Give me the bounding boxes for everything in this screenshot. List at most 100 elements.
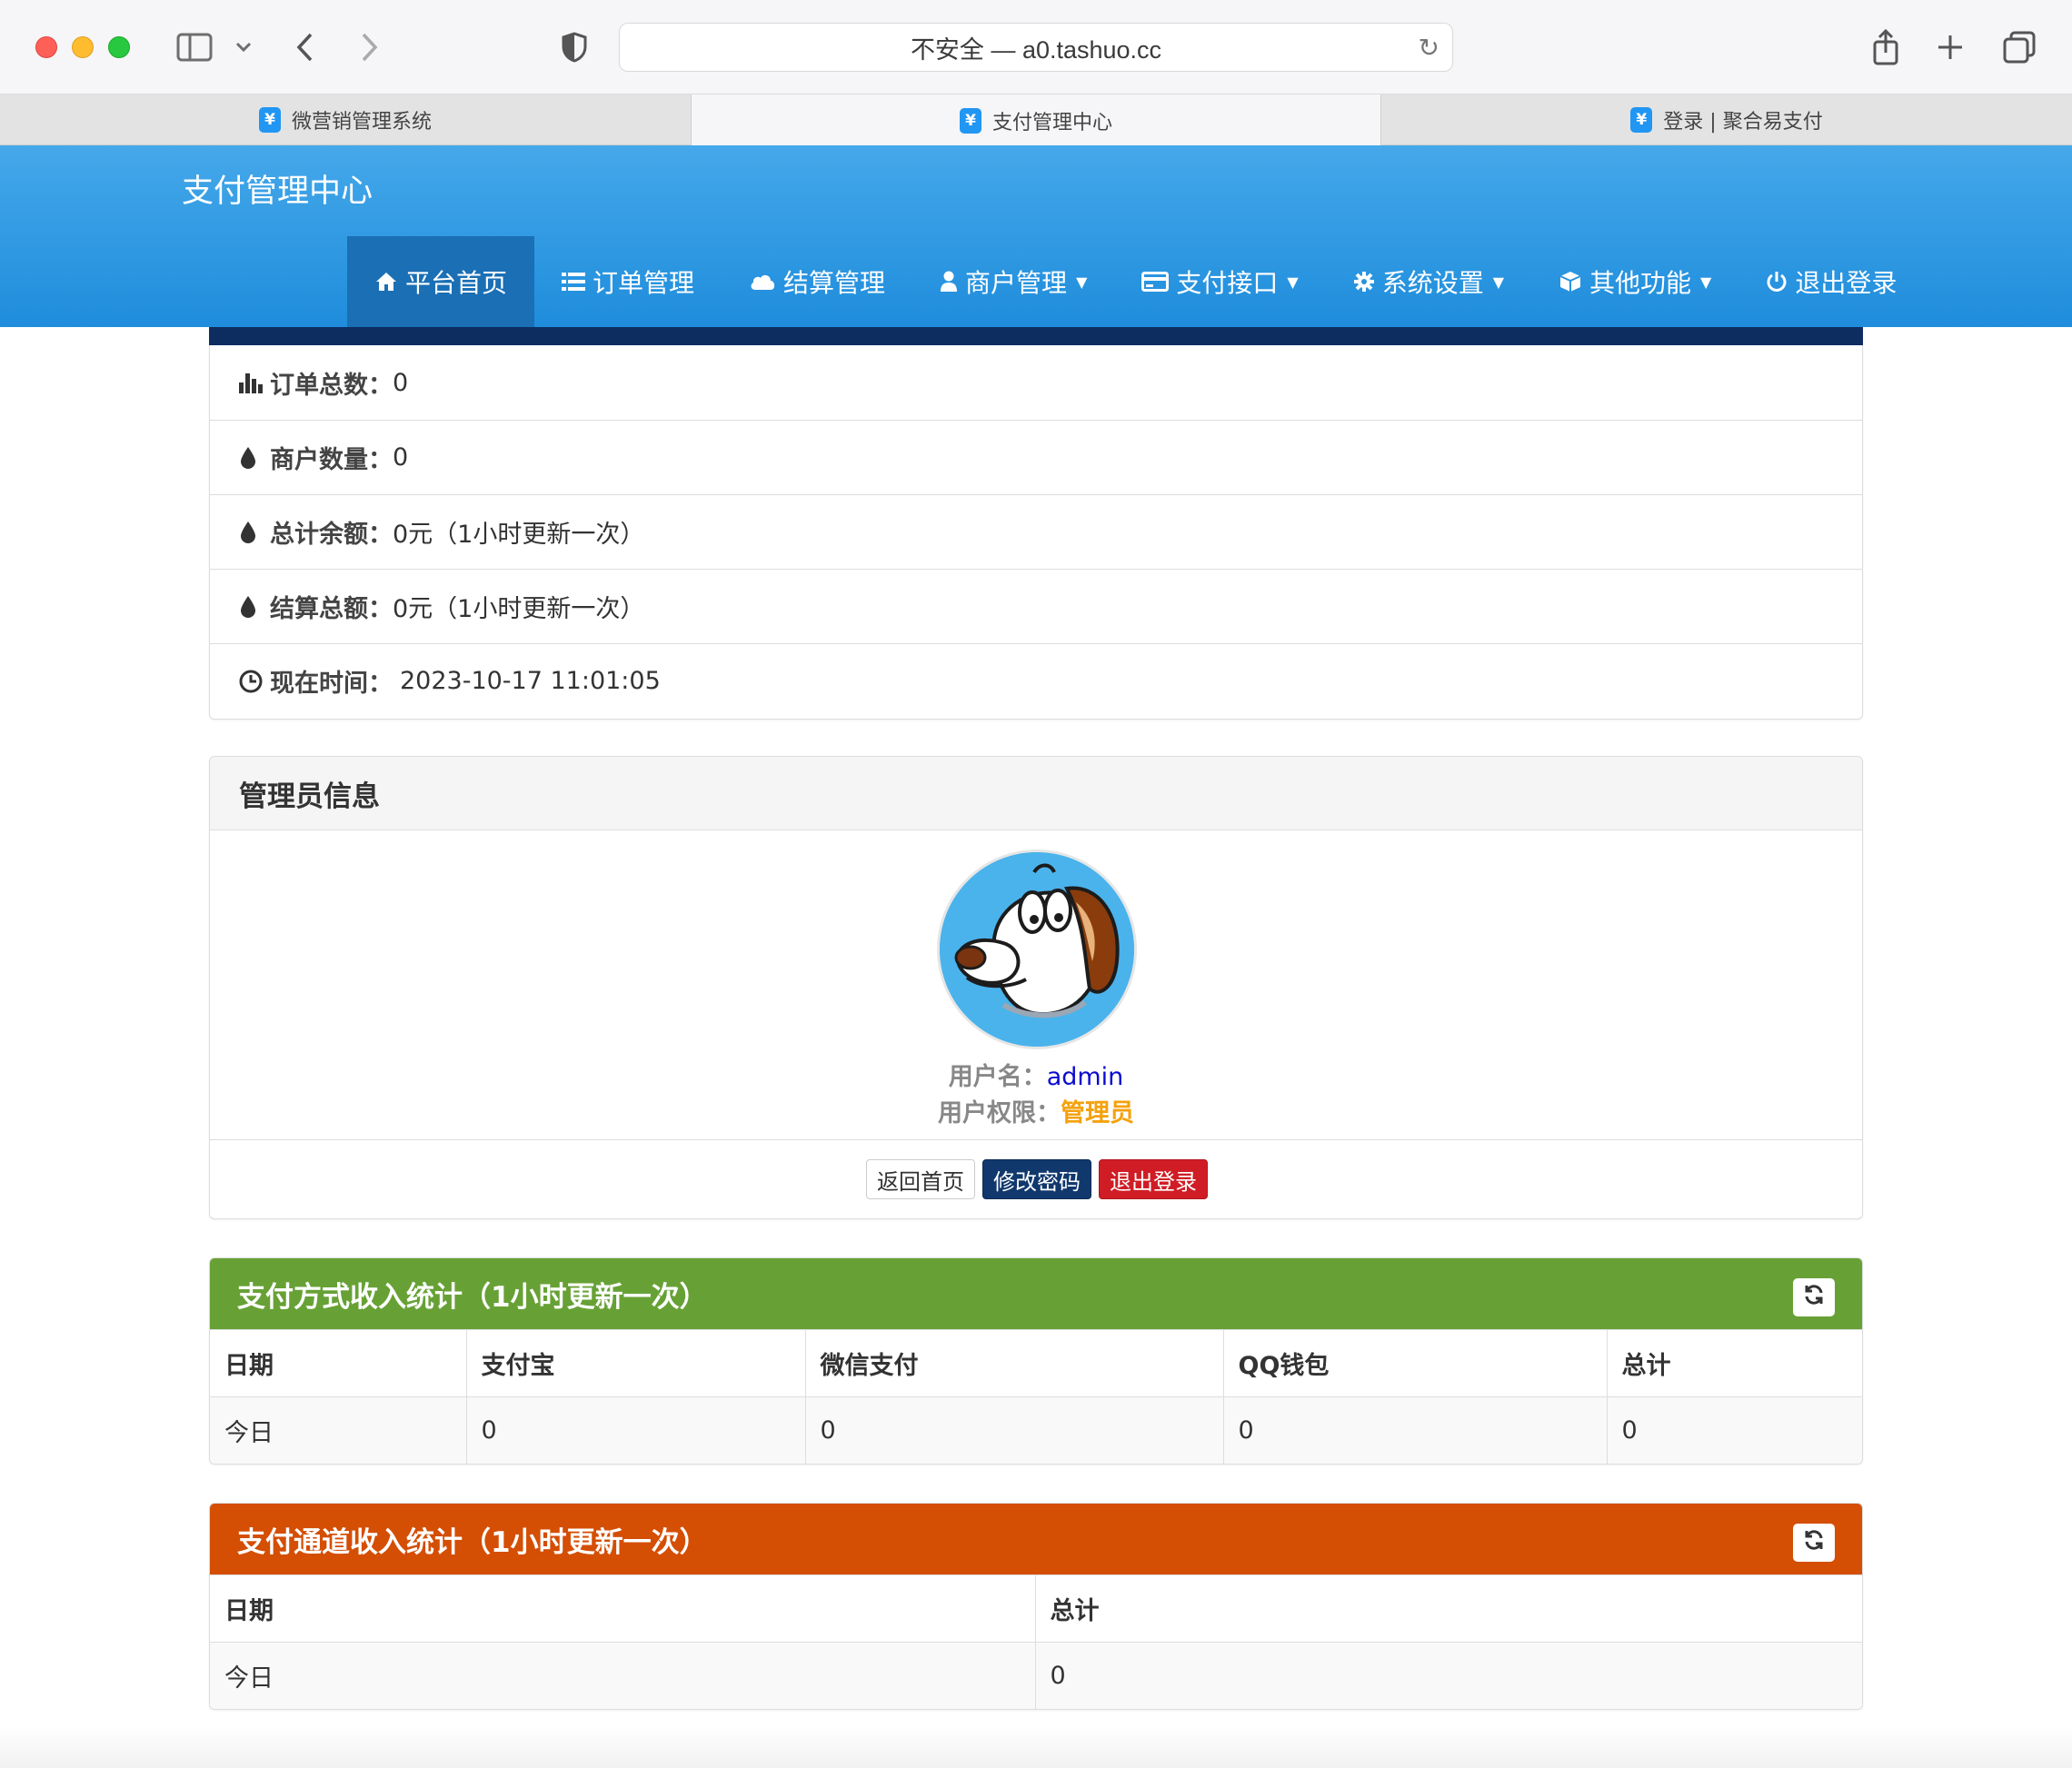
nav-system-settings[interactable]: 系统设置 ▼ <box>1326 236 1531 327</box>
role-line: 用户权限：管理员 <box>210 1093 1862 1128</box>
browser-tab-active[interactable]: ¥ 支付管理中心 <box>691 94 1381 146</box>
username-value: admin <box>1046 1063 1124 1091</box>
stat-label: 结算总额： <box>270 595 393 623</box>
table-header: 日期 <box>210 1574 1036 1643</box>
stat-label: 订单总数： <box>270 371 393 400</box>
cloud-icon <box>749 273 776 291</box>
username-label: 用户名： <box>948 1063 1047 1091</box>
stat-orders: 订单总数： 0 <box>210 345 1862 420</box>
home-icon <box>374 271 398 293</box>
browser-tab[interactable]: ¥ 微营销管理系统 <box>0 94 691 145</box>
forward-arrow-icon[interactable] <box>349 27 389 67</box>
stat-merchants: 商户数量： 0 <box>210 420 1862 494</box>
return-home-button[interactable]: 返回首页 <box>866 1159 975 1199</box>
role-label: 用户权限： <box>938 1099 1061 1127</box>
bar-chart-icon <box>239 372 270 393</box>
minimize-window-button[interactable] <box>72 36 94 58</box>
nav-home[interactable]: 平台首页 <box>347 236 535 327</box>
caret-down-icon: ▼ <box>1076 273 1088 291</box>
window-bottom-shadow <box>0 1726 2072 1768</box>
payment-channel-stats-panel: 支付通道收入统计（1小时更新一次） 日期 总计 今日 0 <box>209 1503 1863 1710</box>
change-password-button[interactable]: 修改密码 <box>982 1159 1091 1199</box>
table-row: 今日 0 <box>210 1642 1862 1709</box>
nav-label: 支付接口 <box>1176 268 1279 298</box>
address-bar[interactable]: 不安全 — a0.tashuo.cc ↻ <box>619 23 1453 72</box>
stat-value: 0元（1小时更新一次） <box>393 521 645 549</box>
table-cell: 0 <box>1034 1642 1862 1709</box>
droplet-icon <box>239 446 270 470</box>
admin-panel-footer: 返回首页 修改密码 退出登录 <box>210 1139 1862 1218</box>
stats-panel: 订单总数： 0 商户数量： 0 总计余额： 0元（1小时更新一次） 结算总额： … <box>209 327 1863 720</box>
tab-bar: ¥ 微营销管理系统 ¥ 支付管理中心 ¥ 登录 | 聚合易支付 <box>0 94 2072 146</box>
payment-method-stats-heading: 支付方式收入统计（1小时更新一次） <box>210 1258 1862 1329</box>
table-header: 微信支付 <box>804 1329 1224 1397</box>
table-header: 总计 <box>1034 1574 1862 1643</box>
tab-overview-icon[interactable] <box>1999 27 2039 67</box>
browser-tab[interactable]: ¥ 登录 | 聚合易支付 <box>1381 94 2072 145</box>
credit-card-icon <box>1141 272 1170 292</box>
nav-orders[interactable]: 订单管理 <box>534 236 722 327</box>
table-header: 日期 <box>210 1329 467 1397</box>
stat-value: 0元（1小时更新一次） <box>393 595 645 623</box>
table-header: QQ钱包 <box>1222 1329 1608 1397</box>
close-window-button[interactable] <box>35 36 57 58</box>
nav-label: 商户管理 <box>965 268 1068 298</box>
stat-settlement: 结算总额： 0元（1小时更新一次） <box>210 569 1862 643</box>
reload-icon[interactable]: ↻ <box>1419 33 1439 63</box>
table-cell: 0 <box>1606 1396 1862 1464</box>
privacy-shield-icon[interactable] <box>554 27 594 67</box>
site-brand[interactable]: 支付管理中心 <box>182 165 373 212</box>
back-arrow-icon[interactable] <box>285 27 325 67</box>
user-icon <box>940 271 958 293</box>
favicon-icon: ¥ <box>258 107 281 133</box>
nav-settlement[interactable]: 结算管理 <box>722 236 912 327</box>
table-cell: 今日 <box>210 1396 467 1464</box>
nav-payment-api[interactable]: 支付接口 ▼ <box>1114 236 1325 327</box>
panel-title: 支付方式收入统计（1小时更新一次） <box>237 1280 708 1314</box>
payment-channel-stats-heading: 支付通道收入统计（1小时更新一次） <box>210 1504 1862 1574</box>
power-icon <box>1766 271 1788 293</box>
droplet-icon <box>239 521 270 544</box>
admin-panel-title: 管理员信息 <box>210 757 1862 830</box>
stats-panel-topbar <box>209 327 1863 345</box>
table-cell: 0 <box>804 1396 1224 1464</box>
browser-titlebar: 不安全 — a0.tashuo.cc ↻ <box>0 0 2072 94</box>
caret-down-icon: ▼ <box>1492 273 1505 291</box>
new-tab-icon[interactable] <box>1930 27 1970 67</box>
nav-label: 平台首页 <box>405 268 508 298</box>
nav-other-functions[interactable]: 其他功能 ▼ <box>1531 236 1738 327</box>
caret-down-icon: ▼ <box>1287 273 1299 291</box>
avatar <box>937 849 1137 1049</box>
logout-button[interactable]: 退出登录 <box>1099 1159 1208 1199</box>
payment-channel-stats-table: 日期 总计 今日 0 <box>210 1574 1862 1709</box>
panel-title: 支付通道收入统计（1小时更新一次） <box>237 1525 708 1559</box>
zoom-window-button[interactable] <box>108 36 130 58</box>
sidebar-toggle-icon[interactable] <box>174 27 214 67</box>
nav-merchants[interactable]: 商户管理 ▼ <box>912 236 1114 327</box>
nav-label: 订单管理 <box>593 268 695 298</box>
refresh-icon <box>1803 1529 1825 1557</box>
box-icon <box>1559 270 1582 293</box>
nav-label: 结算管理 <box>783 268 886 298</box>
stat-label: 商户数量： <box>270 446 393 474</box>
refresh-button[interactable] <box>1793 1524 1835 1562</box>
droplet-icon <box>239 595 270 619</box>
stat-label: 现在时间： <box>270 670 393 698</box>
clock-icon <box>239 670 270 693</box>
nav-logout[interactable]: 退出登录 <box>1738 236 1924 327</box>
address-text: 不安全 — a0.tashuo.cc <box>910 35 1162 64</box>
stat-label: 总计余额： <box>270 521 393 549</box>
refresh-button[interactable] <box>1793 1278 1835 1316</box>
share-icon[interactable] <box>1866 27 1906 67</box>
table-header-row: 日期 总计 <box>210 1574 1862 1643</box>
username-line: 用户名：admin <box>210 1057 1862 1092</box>
tab-title: 登录 | 聚合易支付 <box>1663 111 1823 134</box>
list-icon <box>562 272 586 292</box>
payment-method-stats-panel: 支付方式收入统计（1小时更新一次） 日期 支付宝 微信支付 QQ钱包 总计 今日… <box>209 1257 1863 1465</box>
table-cell: 今日 <box>210 1642 1036 1709</box>
chevron-down-icon[interactable] <box>224 27 264 67</box>
table-cell: 0 <box>465 1396 806 1464</box>
stat-value: 0 <box>393 443 409 472</box>
current-time-value: 2023-10-17 11:01:05 <box>400 667 661 695</box>
tab-title: 微营销管理系统 <box>291 111 432 134</box>
